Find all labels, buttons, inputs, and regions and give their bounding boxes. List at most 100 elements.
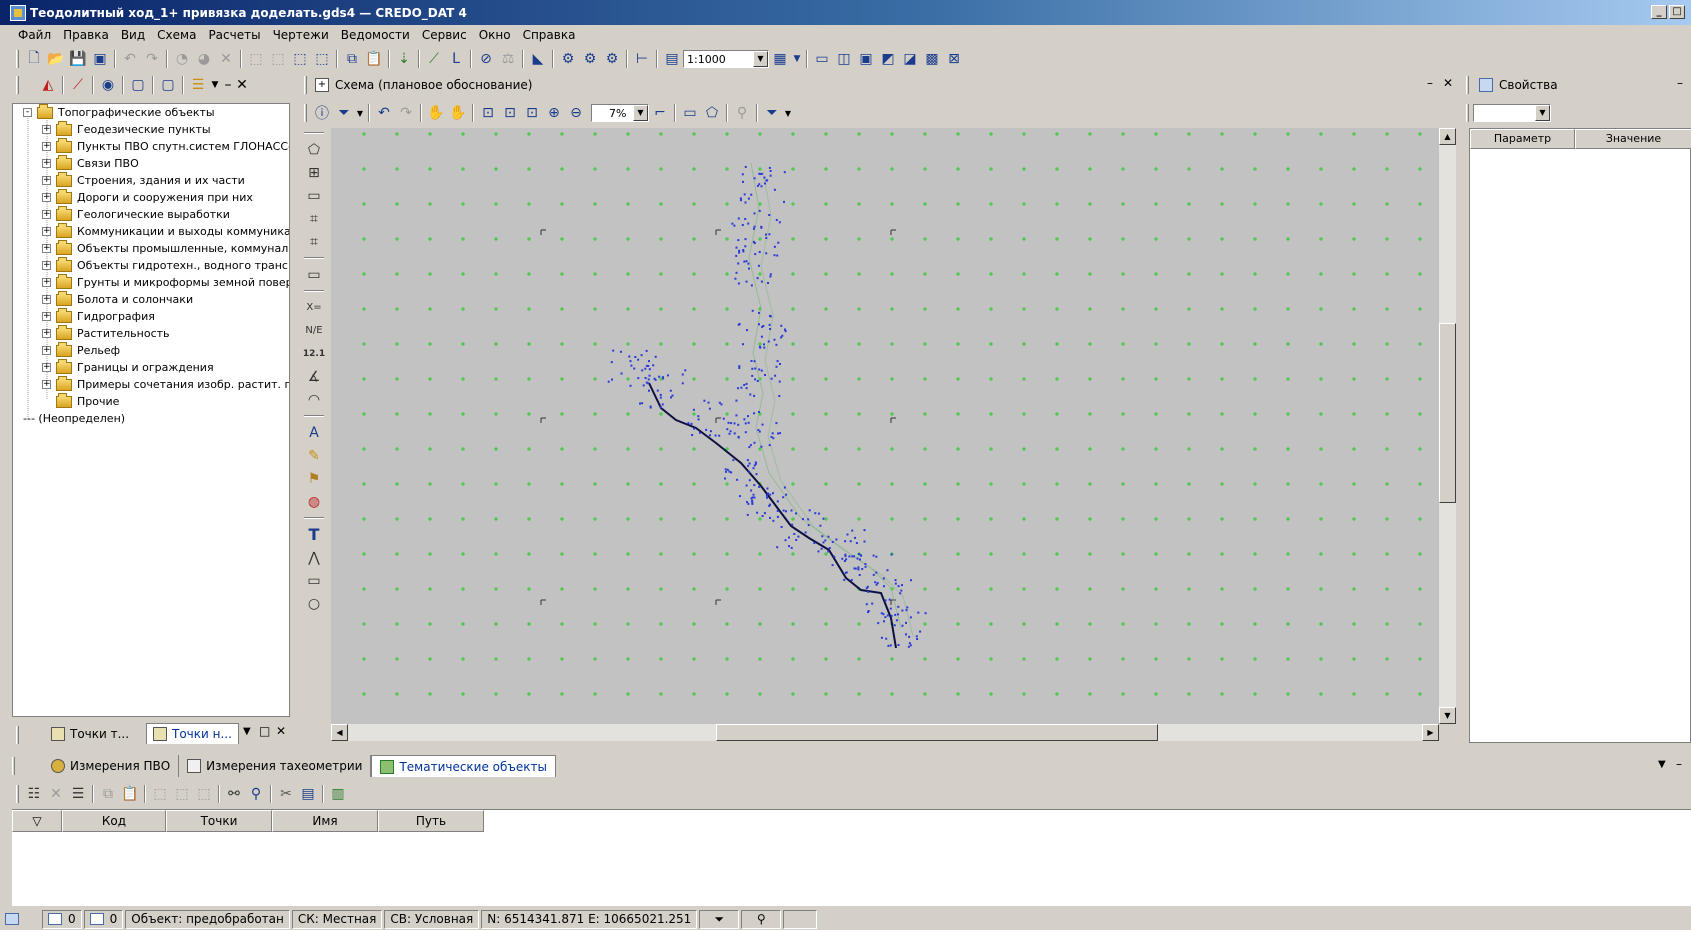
- level-line-icon[interactable]: L: [445, 48, 467, 70]
- rect-select-icon[interactable]: ▭: [679, 102, 701, 124]
- info-icon[interactable]: ⓘ: [311, 102, 333, 124]
- chevron-down-icon[interactable]: ▼: [1658, 759, 1666, 770]
- copy-icon[interactable]: ⧉: [341, 48, 363, 70]
- column-name[interactable]: Имя: [272, 810, 378, 832]
- expand-icon[interactable]: +: [42, 125, 51, 134]
- tab-points-n[interactable]: Точки н...: [146, 723, 239, 744]
- tab-points-t[interactable]: Точки т...: [45, 723, 135, 744]
- menu-service[interactable]: Сервис: [416, 28, 473, 42]
- expand-icon[interactable]: +: [42, 227, 51, 236]
- minimize-icon[interactable]: –: [1677, 76, 1683, 90]
- select-icon[interactable]: ⬚: [245, 48, 267, 70]
- expand-icon[interactable]: +: [42, 312, 51, 321]
- network-edit-icon[interactable]: ⚙: [579, 48, 601, 70]
- network-icon[interactable]: ⚙: [557, 48, 579, 70]
- expand-icon[interactable]: +: [42, 380, 51, 389]
- properties-list-icon[interactable]: ☰: [67, 783, 89, 805]
- window-profile-icon[interactable]: ◩: [877, 48, 899, 70]
- bulb-icon[interactable]: ◉: [97, 74, 119, 96]
- tools-icon[interactable]: ✂: [275, 783, 297, 805]
- bulb-off-icon[interactable]: ◕: [193, 48, 215, 70]
- menu-file[interactable]: Файл: [12, 28, 57, 42]
- text-icon[interactable]: T: [302, 523, 326, 546]
- expand-icon[interactable]: +: [315, 78, 329, 92]
- chevron-down-icon[interactable]: ▼: [783, 102, 793, 124]
- layout-icon[interactable]: ▦: [769, 48, 791, 70]
- angle-icon[interactable]: ∡: [302, 365, 326, 388]
- scroll-down-icon[interactable]: ▼: [1439, 707, 1456, 724]
- menu-view[interactable]: Вид: [115, 28, 151, 42]
- chevron-down-icon[interactable]: ▼: [1535, 105, 1550, 121]
- delete-icon[interactable]: ✕: [45, 783, 67, 805]
- zoom-extents-icon[interactable]: ⊡: [499, 102, 521, 124]
- toolbar-grip[interactable]: [12, 757, 15, 775]
- zoom-in-icon[interactable]: ⊕: [543, 102, 565, 124]
- tree-item[interactable]: + Рельеф: [42, 341, 120, 359]
- new-file-icon[interactable]: 🗋: [23, 48, 45, 70]
- chevron-down-icon[interactable]: ▼: [209, 74, 221, 96]
- toolbar-grip[interactable]: [1466, 104, 1469, 122]
- select-filter-icon[interactable]: ⬚: [289, 48, 311, 70]
- tree-item[interactable]: - Топографические объекты: [23, 104, 215, 121]
- tree-item[interactable]: + Связи ПВО: [42, 154, 139, 172]
- scale-page-icon[interactable]: ▤: [661, 48, 683, 70]
- window-grid-icon[interactable]: ▩: [921, 48, 943, 70]
- tree-item[interactable]: + Строения, здания и их части: [42, 171, 245, 189]
- delete-icon[interactable]: ✕: [215, 48, 237, 70]
- find-icon[interactable]: ⚲: [245, 783, 267, 805]
- expand-icon[interactable]: +: [42, 142, 51, 151]
- save-icon[interactable]: 💾: [67, 48, 89, 70]
- paste-icon[interactable]: 📋: [363, 48, 385, 70]
- column-points[interactable]: Точки: [166, 810, 272, 832]
- menu-calculations[interactable]: Расчеты: [202, 28, 266, 42]
- tree-item[interactable]: + Грунты и микроформы земной поверх: [42, 273, 289, 291]
- toolbar-grip[interactable]: [16, 50, 19, 68]
- filter-select-icon[interactable]: ⏷: [761, 102, 783, 124]
- column-code[interactable]: Код: [62, 810, 166, 832]
- column-value[interactable]: Значение: [1575, 129, 1691, 149]
- toolbar-grip[interactable]: [304, 104, 307, 122]
- filter-column-icon[interactable]: ▽: [12, 810, 62, 832]
- vertical-scrollbar[interactable]: ▲ ▼: [1439, 128, 1456, 724]
- tree-item[interactable]: + Пункты ПВО спутн.систем ГЛОНАСС-G: [42, 137, 289, 155]
- toolbar-grip[interactable]: [1466, 76, 1469, 94]
- chevron-down-icon[interactable]: ▼: [243, 726, 251, 737]
- column-parameter[interactable]: Параметр: [1470, 129, 1575, 149]
- north-east-icon[interactable]: N/E: [302, 319, 326, 342]
- scheme-map-canvas[interactable]: [331, 128, 1439, 724]
- scroll-right-icon[interactable]: ▶: [1422, 724, 1439, 741]
- rectangle-icon[interactable]: ▭: [302, 569, 326, 592]
- marker-icon[interactable]: ⚑: [302, 467, 326, 490]
- frame-alt-icon[interactable]: ▢: [157, 74, 179, 96]
- window-map-icon[interactable]: ▣: [855, 48, 877, 70]
- tree-item[interactable]: + Болота и солончаки: [42, 290, 193, 308]
- select-add-icon[interactable]: ⬚: [267, 48, 289, 70]
- zoom-prev-icon[interactable]: ⊡: [521, 102, 543, 124]
- scroll-left-icon[interactable]: ◀: [331, 724, 348, 741]
- tree-item[interactable]: + Границы и ограждения: [42, 358, 214, 376]
- stamp-icon[interactable]: ◍: [302, 490, 326, 513]
- frame-icon[interactable]: ⌗: [302, 207, 326, 230]
- adjust-icon[interactable]: ⚖: [497, 48, 519, 70]
- tree-item[interactable]: Прочие: [42, 392, 119, 410]
- menu-reports[interactable]: Ведомости: [335, 28, 416, 42]
- select-icon[interactable]: ⬚: [149, 783, 171, 805]
- frame-corners-icon[interactable]: ⌗: [302, 230, 326, 253]
- properties-object-select[interactable]: ▼: [1473, 104, 1551, 122]
- status-panel-icon[interactable]: [0, 910, 40, 929]
- chevron-down-icon[interactable]: ▼: [633, 105, 648, 121]
- chevron-down-icon[interactable]: ▼: [753, 51, 768, 67]
- tab-tacheometry-measurements[interactable]: Измерения тахеометрии: [179, 755, 372, 777]
- export-icon[interactable]: ▥: [327, 783, 349, 805]
- filter-status-icon[interactable]: ⏷: [699, 909, 740, 929]
- window-single-icon[interactable]: ▭: [811, 48, 833, 70]
- expand-icon[interactable]: +: [42, 159, 51, 168]
- zoom-select[interactable]: 7% ▼: [591, 104, 649, 122]
- tree-item[interactable]: + Объекты гидротехн., водного трансп: [42, 256, 289, 274]
- tree-item[interactable]: + Растительность: [42, 324, 170, 342]
- expand-icon[interactable]: +: [42, 193, 51, 202]
- window-split-icon[interactable]: ◫: [833, 48, 855, 70]
- toolbar-grip[interactable]: [16, 726, 19, 744]
- minimize-icon[interactable]: –: [1427, 76, 1433, 90]
- tree-icon[interactable]: ☷: [23, 783, 45, 805]
